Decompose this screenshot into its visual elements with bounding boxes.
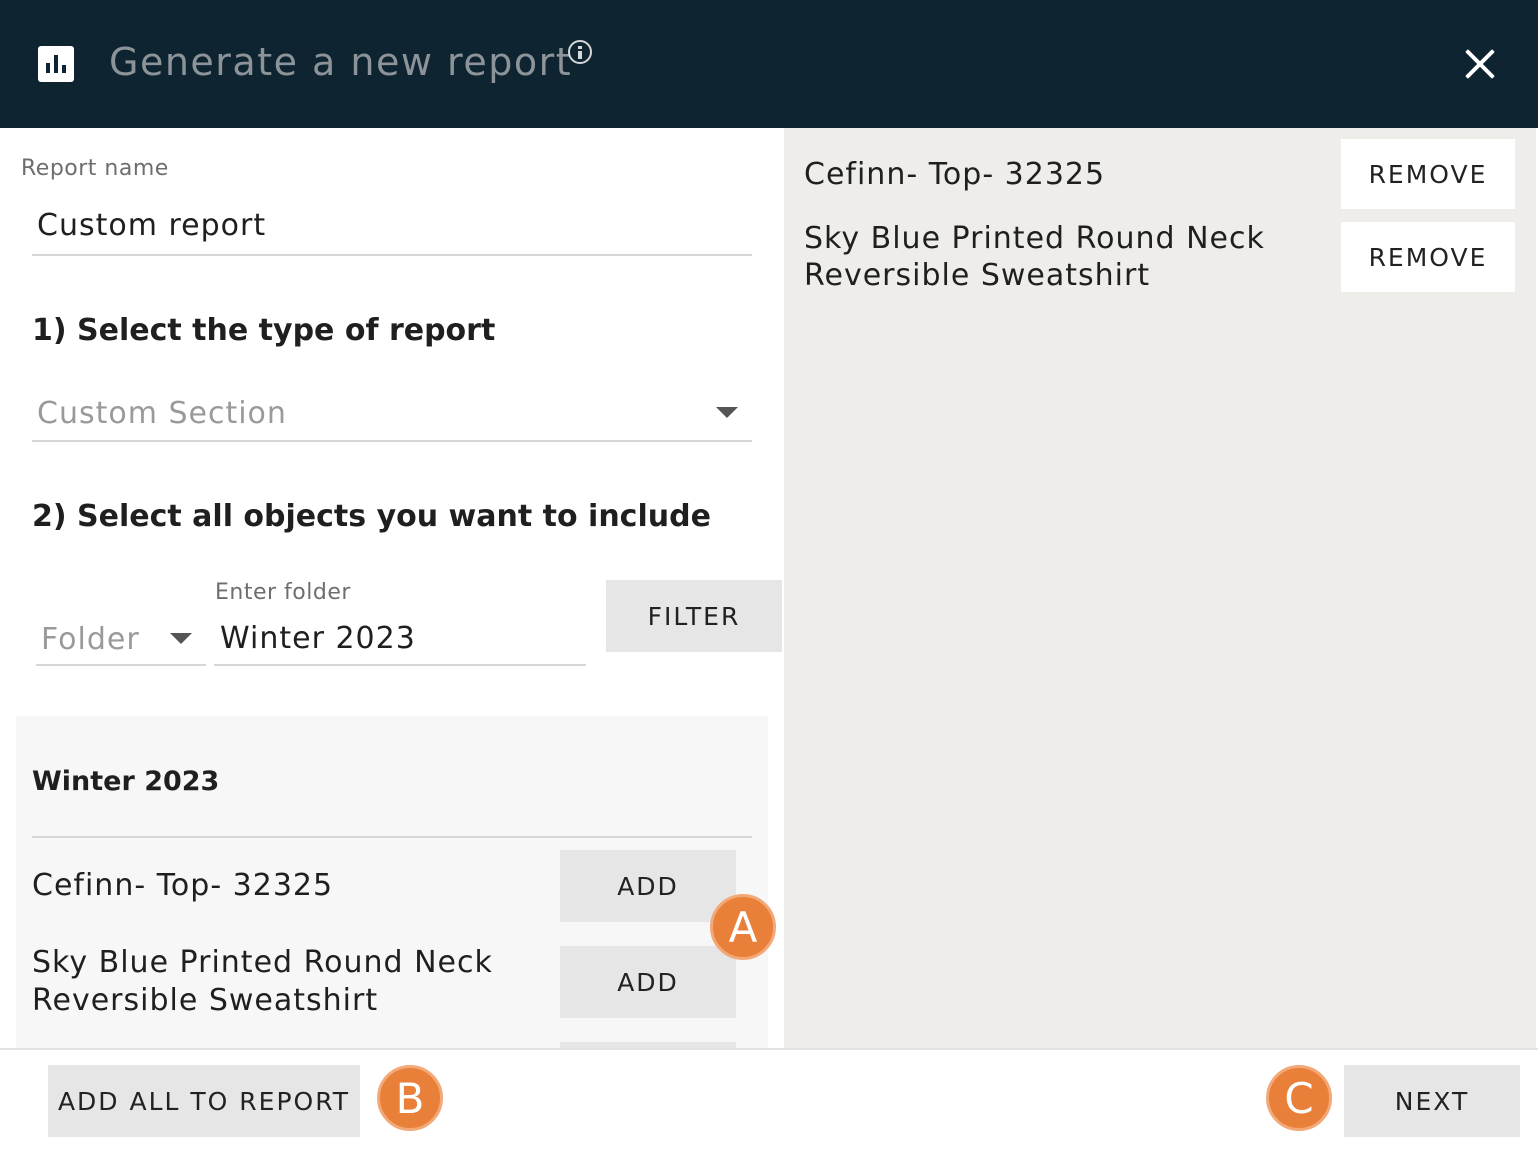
add-item-button[interactable]: ADD: [560, 850, 736, 922]
report-name-input[interactable]: Custom report: [37, 208, 266, 243]
marker-b: B: [377, 1065, 443, 1131]
folder-input-underline: [214, 664, 586, 666]
report-type-underline: [32, 440, 752, 442]
selected-item: Cefinn- Top- 32325: [804, 157, 1106, 192]
object-list-divider: [32, 836, 752, 838]
remove-item-button[interactable]: REMOVE: [1341, 222, 1515, 292]
report-chart-icon: [38, 46, 74, 82]
marker-a: A: [710, 894, 776, 960]
list-item: Sky Blue Printed Round Neck Reversible S…: [32, 945, 493, 1018]
filter-button[interactable]: FILTER: [606, 580, 782, 652]
object-list-heading: Winter 2023: [32, 766, 220, 797]
folder-input[interactable]: Winter 2023: [220, 621, 416, 656]
selected-objects-panel: Cefinn- Top- 32325 REMOVE Sky Blue Print…: [784, 128, 1536, 1048]
add-item-button[interactable]: ADD: [560, 946, 736, 1018]
list-item: Cefinn- Top- 32325: [32, 868, 334, 903]
folder-input-label: Enter folder: [215, 580, 351, 605]
next-button[interactable]: NEXT: [1344, 1065, 1520, 1137]
report-config-panel: Report name Custom report 1) Select the …: [0, 128, 784, 1048]
object-list: Winter 2023 Cefinn- Top- 32325 ADD Sky B…: [16, 716, 768, 1048]
report-type-select[interactable]: Custom Section: [37, 396, 287, 431]
report-name-underline: [32, 254, 752, 256]
report-name-label: Report name: [21, 156, 169, 181]
folder-select-underline: [36, 664, 206, 666]
step1-heading: 1) Select the type of report: [32, 313, 496, 348]
chevron-down-icon[interactable]: [716, 407, 738, 418]
selected-item: Sky Blue Printed Round Neck Reversible S…: [804, 221, 1265, 293]
folder-select[interactable]: Folder: [41, 622, 140, 657]
dialog-header: Generate a new report: [0, 0, 1538, 128]
step2-heading: 2) Select all objects you want to includ…: [32, 499, 711, 534]
remove-item-button[interactable]: REMOVE: [1341, 139, 1515, 209]
close-icon[interactable]: [1460, 44, 1500, 84]
marker-c: C: [1266, 1065, 1332, 1131]
info-icon[interactable]: [568, 40, 592, 64]
add-all-to-report-button[interactable]: ADD ALL TO REPORT: [48, 1065, 360, 1137]
dialog-title: Generate a new report: [109, 40, 573, 84]
chevron-down-icon[interactable]: [170, 633, 192, 644]
